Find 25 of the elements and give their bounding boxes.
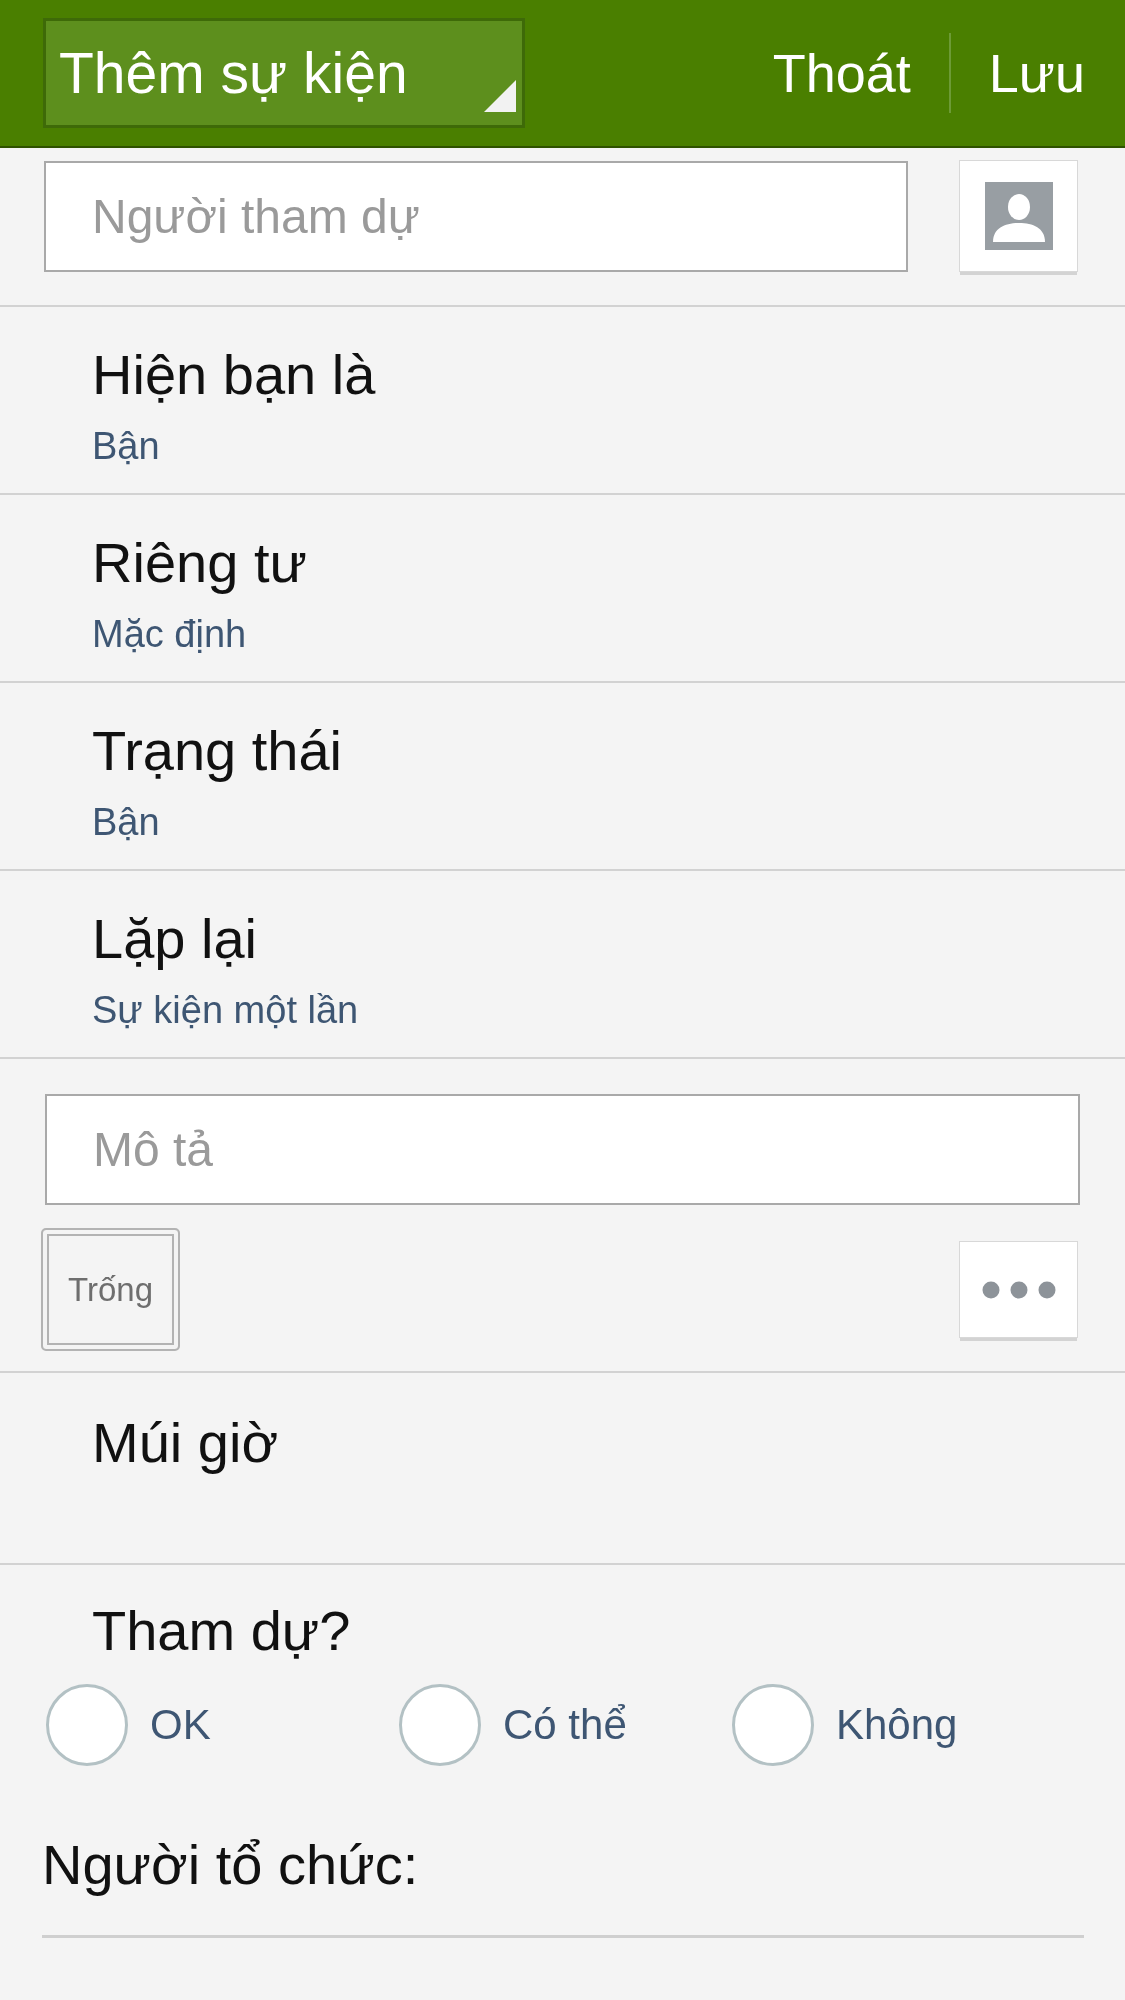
radio-label: Có thể (503, 1701, 627, 1749)
person-icon (984, 182, 1053, 250)
title-dropdown[interactable]: Thêm sự kiện (43, 18, 525, 128)
attendance-title: Tham dự? (92, 1599, 351, 1663)
attendees-field[interactable]: Người tham dự (44, 160, 908, 272)
more-button[interactable] (959, 1241, 1078, 1338)
setting-title[interactable]: Lặp lại (92, 907, 258, 971)
contact-picker-button[interactable] (959, 160, 1078, 272)
description-field[interactable]: Mô tả (45, 1094, 1080, 1205)
radio-label: Không (836, 1701, 958, 1749)
setting-title[interactable]: Hiện bạn là (92, 343, 376, 407)
setting-title[interactable]: Riêng tư (92, 531, 307, 595)
timezone-title[interactable]: Múi giờ (92, 1411, 279, 1475)
organizer-label: Người tổ chức: (42, 1833, 419, 1897)
ellipsis-icon (981, 1280, 1056, 1299)
setting-value: Bận (92, 424, 160, 468)
setting-value: Sự kiện một lần (92, 988, 359, 1032)
setting-value: Bận (92, 800, 160, 844)
action-button[interactable]: Lưu (988, 42, 1085, 104)
setting-value: Mặc định (92, 612, 247, 656)
action-button[interactable]: Thoát (772, 42, 911, 104)
radio-label: OK (150, 1701, 211, 1749)
caret-icon (484, 80, 516, 112)
setting-title[interactable]: Trạng thái (92, 719, 343, 783)
free-busy-button[interactable]: Trống (41, 1228, 180, 1351)
